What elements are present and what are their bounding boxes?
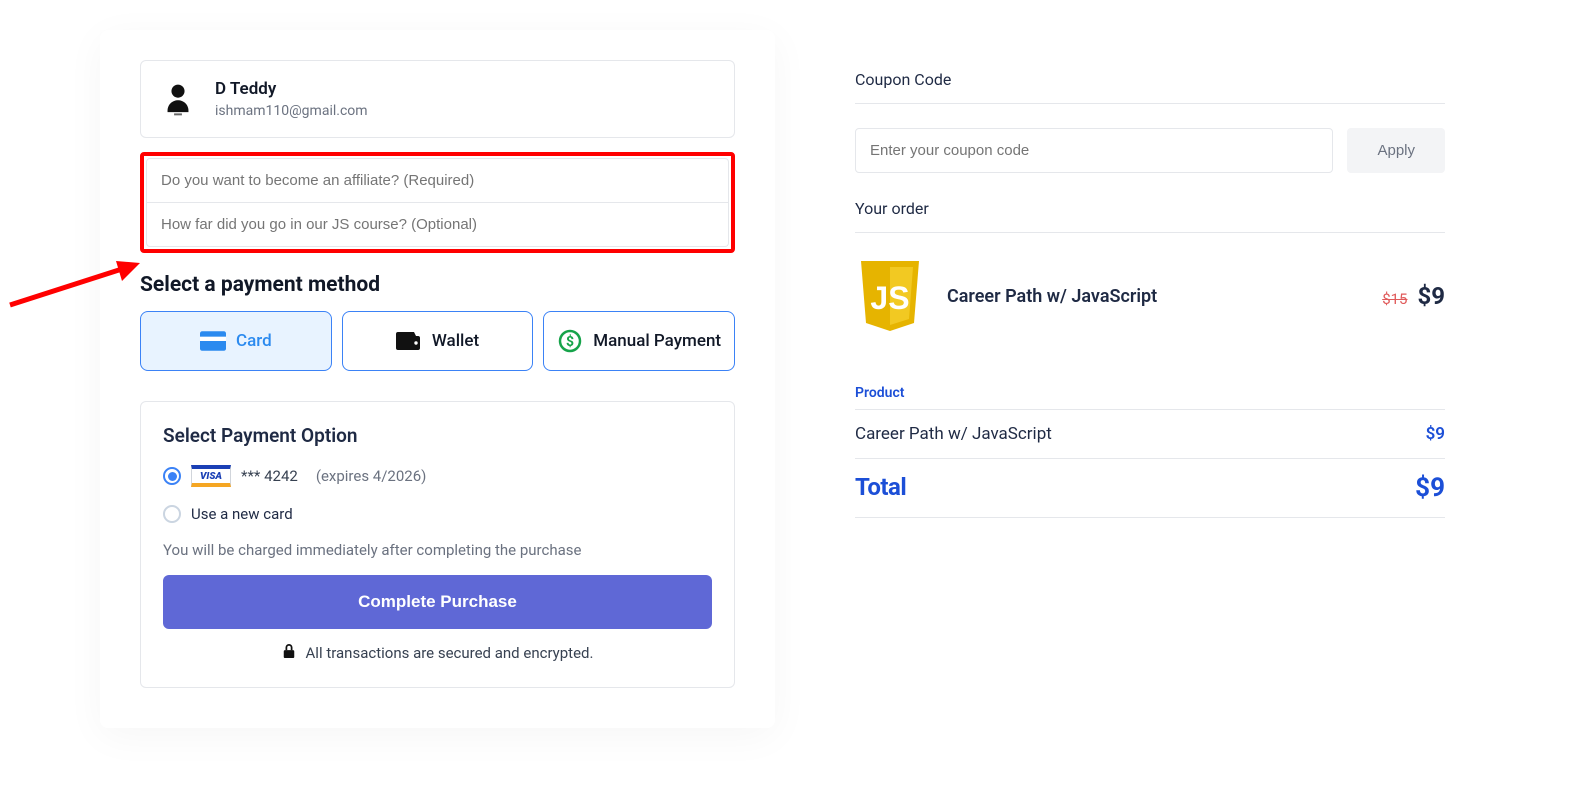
complete-purchase-button[interactable]: Complete Purchase: [163, 575, 712, 629]
visa-badge: VISA: [191, 465, 231, 487]
affiliate-question-input[interactable]: [146, 158, 729, 203]
card-masked: *** 4242: [241, 467, 298, 485]
coupon-label: Coupon Code: [855, 70, 1445, 89]
payment-method-label: Card: [236, 331, 272, 351]
product-row: Career Path w/ JavaScript $9: [855, 410, 1445, 459]
price-new: $9: [1417, 282, 1445, 310]
payment-method-wallet[interactable]: Wallet: [342, 311, 534, 371]
radio-checked-icon: [163, 467, 181, 485]
user-card: D Teddy ishmam110@gmail.com: [140, 60, 735, 138]
lock-icon: [282, 643, 296, 663]
js-progress-question-input[interactable]: [146, 203, 729, 247]
total-label: Total: [855, 473, 906, 503]
product-row-price: $9: [1426, 424, 1445, 444]
payment-method-label: Manual Payment: [593, 331, 721, 351]
order-item: JS Career Path w/ JavaScript $15 $9: [855, 257, 1445, 335]
charge-note: You will be charged immediately after co…: [163, 541, 712, 559]
order-summary-panel: Coupon Code Apply Your order JS Career P…: [855, 30, 1445, 728]
payment-option-title: Select Payment Option: [163, 424, 712, 447]
payment-method-label: Wallet: [432, 331, 479, 351]
annotation-arrow-icon: [0, 255, 140, 315]
checkout-left-panel: D Teddy ishmam110@gmail.com Select a pay…: [100, 30, 775, 728]
product-row-name: Career Path w/ JavaScript: [855, 424, 1052, 444]
saved-card-option[interactable]: VISA *** 4242 (expires 4/2026): [163, 465, 712, 487]
avatar: [161, 82, 195, 116]
secure-note-text: All transactions are secured and encrypt…: [306, 644, 594, 662]
secure-note: All transactions are secured and encrypt…: [163, 643, 712, 663]
divider: [855, 232, 1445, 233]
user-email: ishmam110@gmail.com: [215, 103, 368, 119]
payment-method-row: Card Wallet $ Manual Paym: [140, 311, 735, 371]
card-icon: [200, 330, 226, 352]
new-card-option[interactable]: Use a new card: [163, 505, 712, 523]
payment-method-title: Select a payment method: [140, 273, 735, 297]
total-row: Total $9: [855, 459, 1445, 518]
coupon-input[interactable]: [855, 128, 1333, 173]
wallet-icon: [396, 330, 422, 352]
svg-text:JS: JS: [870, 280, 909, 316]
payment-option-box: Select Payment Option VISA *** 4242 (exp…: [140, 401, 735, 688]
dollar-icon: $: [557, 330, 583, 352]
price-old: $15: [1382, 290, 1407, 308]
svg-text:$: $: [566, 333, 574, 350]
your-order-label: Your order: [855, 199, 1445, 218]
user-name: D Teddy: [215, 79, 368, 99]
product-header: Product: [855, 385, 1445, 410]
order-item-price: $15 $9: [1382, 282, 1445, 310]
card-expires: (expires 4/2026): [316, 467, 427, 485]
order-item-name: Career Path w/ JavaScript: [947, 286, 1360, 307]
custom-questions-highlight: [140, 152, 735, 253]
payment-method-card[interactable]: Card: [140, 311, 332, 371]
apply-coupon-button[interactable]: Apply: [1347, 128, 1445, 173]
divider: [855, 103, 1445, 104]
payment-method-manual[interactable]: $ Manual Payment: [543, 311, 735, 371]
radio-unchecked-icon: [163, 505, 181, 523]
js-logo-icon: JS: [855, 257, 925, 335]
new-card-label: Use a new card: [191, 505, 293, 523]
total-price: $9: [1415, 473, 1445, 503]
